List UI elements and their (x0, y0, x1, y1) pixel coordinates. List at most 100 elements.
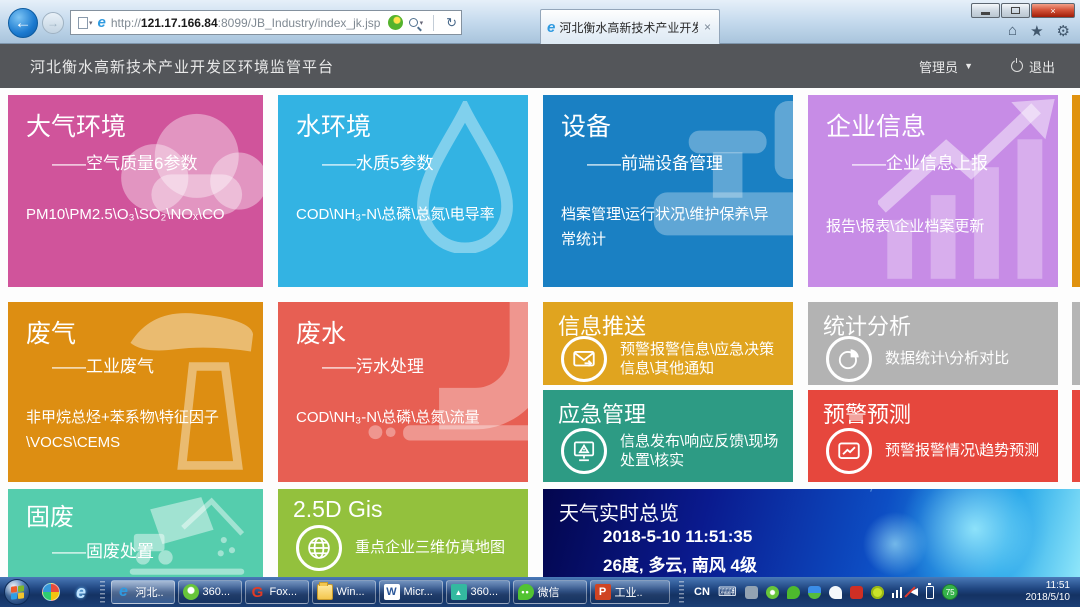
tile-gis[interactable]: 2.5D Gis 重点企业三维仿真地图 (278, 489, 528, 577)
minimize-icon (981, 12, 990, 15)
clock-time: 11:51 (1026, 580, 1071, 593)
window-maximize-button[interactable] (1001, 3, 1030, 18)
logout-button[interactable]: 退出 (1011, 57, 1055, 76)
taskbar-button-label: 360... (203, 586, 231, 598)
tab-close-icon[interactable]: × (702, 20, 713, 34)
tile-title: 废水 (296, 314, 346, 350)
start-button[interactable] (4, 579, 30, 605)
refresh-icon[interactable]: ↻ (446, 15, 457, 31)
tray-icon-360-browser[interactable] (766, 586, 779, 599)
tab-title: 河北衡水高新技术产业开发... (559, 19, 698, 36)
battery-icon[interactable] (926, 586, 934, 599)
desktop-screen: × ← → ▾ e http://121.17.166.84:8099/JB_I… (0, 0, 1080, 607)
tile-detail: COD\NH₃-N\总磷\总氮\电导率 (296, 203, 516, 228)
home-icon[interactable]: ⌂ (1008, 22, 1017, 40)
tile-water-environment[interactable]: 水环境 ——水质5参数 COD\NH₃-N\总磷\总氮\电导率 (278, 95, 528, 287)
user-menu[interactable]: 管理员 ▼ (919, 57, 973, 76)
compatibility-page-icon[interactable] (78, 17, 88, 29)
tray-icon-red-app[interactable] (850, 586, 863, 599)
network-signal-icon[interactable] (892, 586, 903, 598)
maximize-icon (1011, 7, 1020, 14)
tray-icon-security-shield[interactable] (808, 586, 821, 599)
favorites-star-icon[interactable]: ★ (1030, 22, 1043, 40)
taskbar-button-explorer[interactable]: Win... (312, 580, 376, 604)
tile-air-environment[interactable]: 大气环境 ——空气质量6参数 PM10\PM2.5\O₃\SO₂\NOₓ\CO (8, 95, 263, 287)
taskbar-button-foxmail[interactable]: GFox... (245, 580, 309, 604)
browser-tab[interactable]: e 河北衡水高新技术产业开发... × (540, 9, 720, 44)
window-close-button[interactable]: × (1031, 3, 1075, 18)
edge-strip-row2-top (1072, 302, 1080, 385)
globe-icon (296, 525, 342, 571)
water-drop-icon (406, 101, 524, 253)
tray-clock[interactable]: 11:51 2018/5/10 (1026, 580, 1071, 605)
tile-solid-waste[interactable]: 固废 ——固废处置 (8, 489, 263, 577)
tile-subtitle: ——空气质量6参数 (52, 149, 197, 174)
tile-emergency-management[interactable]: 应急管理 信息发布\响应反馈\现场处置\核实 (543, 390, 793, 482)
tile-enterprise-info[interactable]: 企业信息 ——企业信息上报 报告\报表\企业档案更新 (808, 95, 1058, 287)
weather-datetime: 2018-5-10 11:51:35 (603, 527, 752, 547)
tray-icon-antivirus[interactable] (871, 586, 884, 599)
taskbar-button-label: 工业.. (615, 584, 643, 600)
360-extension-icon[interactable] (388, 15, 403, 30)
browser-forward-button[interactable]: → (42, 12, 64, 34)
taskbar-button-360browser[interactable]: 360... (178, 580, 242, 604)
tile-title: 预警预测 (823, 397, 911, 429)
powerpoint-icon: P (595, 584, 611, 600)
tools-gear-icon[interactable]: ⚙ (1057, 22, 1070, 40)
tile-subtitle: ——污水处理 (322, 352, 424, 377)
battery-percent-badge[interactable]: 75 (942, 584, 958, 600)
tile-detail: 档案管理\运行状况\维护保养\异常统计 (561, 203, 781, 253)
tile-title: 企业信息 (826, 107, 926, 143)
tile-detail: 数据统计\分析对比 (885, 349, 1009, 369)
tile-subtitle: ——水质5参数 (322, 149, 433, 174)
search-dropdown-icon[interactable]: ▾ (420, 19, 424, 27)
taskbar-button-powerpoint[interactable]: P工业.. (590, 580, 670, 604)
tile-equipment[interactable]: 设备 ——前端设备管理 档案管理\运行状况\维护保养\异常统计 (543, 95, 793, 287)
power-icon (1011, 60, 1023, 72)
tile-info-push[interactable]: 信息推送 预警报警信息\应急决策信息\其他通知 (543, 302, 793, 385)
tile-statistics[interactable]: 统计分析 数据统计\分析对比 (808, 302, 1058, 385)
tile-waste-gas[interactable]: 废气 ——工业废气 非甲烷总烃+苯系物\特征因子\VOCS\CEMS (8, 302, 263, 482)
tile-title: 大气环境 (26, 107, 126, 143)
tile-weather-overview[interactable]: 天气实时总览 2018-5-10 11:51:35 26度, 多云, 南风 4级 (543, 489, 1080, 577)
tile-detail: COD\NH₃-N\总磷\总氮\流量 (296, 406, 516, 431)
tray-icon-chat-bubble[interactable] (829, 586, 842, 599)
divider (433, 15, 434, 31)
valve-icon (635, 95, 793, 281)
keyboard-icon[interactable]: ⌨ (718, 584, 737, 600)
taskbar-button-word[interactable]: WMicr... (379, 580, 443, 604)
ie-icon: e (76, 582, 86, 603)
glow-dot-graphic (860, 509, 930, 577)
back-arrow-icon: ← (15, 13, 32, 33)
address-bar[interactable]: ▾ e http://121.17.166.84:8099/JB_Industr… (70, 10, 462, 35)
taskbar-button-ie[interactable]: e河北.. (111, 580, 175, 604)
edge-strip-row2-bottom (1072, 390, 1080, 482)
tile-title: 固废 (26, 497, 74, 532)
search-icon[interactable] (409, 18, 418, 27)
tile-waste-water[interactable]: 废水 ——污水处理 COD\NH₃-N\总磷\总氮\流量 (278, 302, 528, 482)
pie-chart-icon (826, 336, 872, 382)
url-path: :8099/JB_Industry/index_jk.jsp (218, 16, 381, 30)
language-indicator[interactable]: CN (694, 586, 710, 598)
browser-back-button[interactable]: ← (8, 8, 38, 38)
address-url[interactable]: http://121.17.166.84:8099/JB_Industry/in… (111, 16, 381, 30)
foxmail-icon: G (250, 584, 266, 600)
window-minimize-button[interactable] (971, 3, 1000, 18)
taskbar-button-label: 360... (471, 586, 499, 598)
logout-label: 退出 (1029, 57, 1055, 76)
tile-warning-prediction[interactable]: 预警预测 预警报警情况\趋势预测 (808, 390, 1058, 482)
taskbar: e e河北.. 360... GFox... Win... WMicr... ▲… (0, 577, 1080, 607)
wechat-icon: •• (518, 584, 534, 600)
quicklaunch-360-safety[interactable] (41, 582, 61, 602)
taskbar-button-photoviewer[interactable]: ▲360... (446, 580, 510, 604)
taskbar-button-wechat[interactable]: ••微信 (513, 580, 587, 604)
tray-icon-green-bird[interactable] (787, 586, 800, 599)
tile-detail: 信息发布\响应反馈\现场处置\核实 (620, 432, 785, 471)
tile-detail: 报告\报表\企业档案更新 (826, 215, 1046, 240)
volume-muted-icon[interactable] (910, 588, 918, 596)
tray-icon-app1[interactable] (745, 586, 758, 599)
taskbar-divider (679, 581, 684, 603)
quicklaunch-ie[interactable]: e (71, 582, 91, 602)
chevron-down-icon[interactable]: ▾ (89, 19, 93, 27)
browser-chrome: × ← → ▾ e http://121.17.166.84:8099/JB_I… (0, 0, 1080, 44)
